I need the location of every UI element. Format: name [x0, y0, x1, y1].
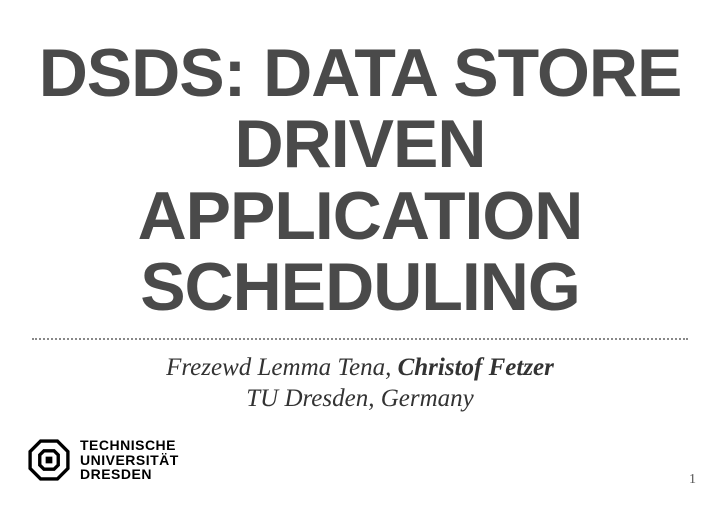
presenter-name: Christof Fetzer	[398, 354, 554, 381]
slide-title: DSDS: DATA STORE DRIVEN APPLICATION SCHE…	[30, 38, 690, 324]
logo-text-line-1: TECHNISCHE	[80, 438, 179, 453]
divider	[32, 338, 688, 340]
authors-line-1: Frezewd Lemma Tena, Christof Fetzer	[30, 352, 690, 383]
logo-text-line-2: UNIVERSITÄT	[80, 453, 179, 468]
authors-block: Frezewd Lemma Tena, Christof Fetzer TU D…	[30, 352, 690, 415]
institution-name: TECHNISCHE UNIVERSITÄT DRESDEN	[80, 438, 179, 482]
page-number: 1	[689, 472, 696, 488]
institution-logo: TECHNISCHE UNIVERSITÄT DRESDEN	[28, 438, 179, 482]
affiliation: TU Dresden, Germany	[30, 383, 690, 414]
slide: DSDS: DATA STORE DRIVEN APPLICATION SCHE…	[0, 0, 720, 510]
tu-dresden-logo-icon	[28, 439, 70, 481]
author-name: Frezewd Lemma Tena,	[166, 354, 397, 381]
logo-text-line-3: DRESDEN	[80, 467, 179, 482]
